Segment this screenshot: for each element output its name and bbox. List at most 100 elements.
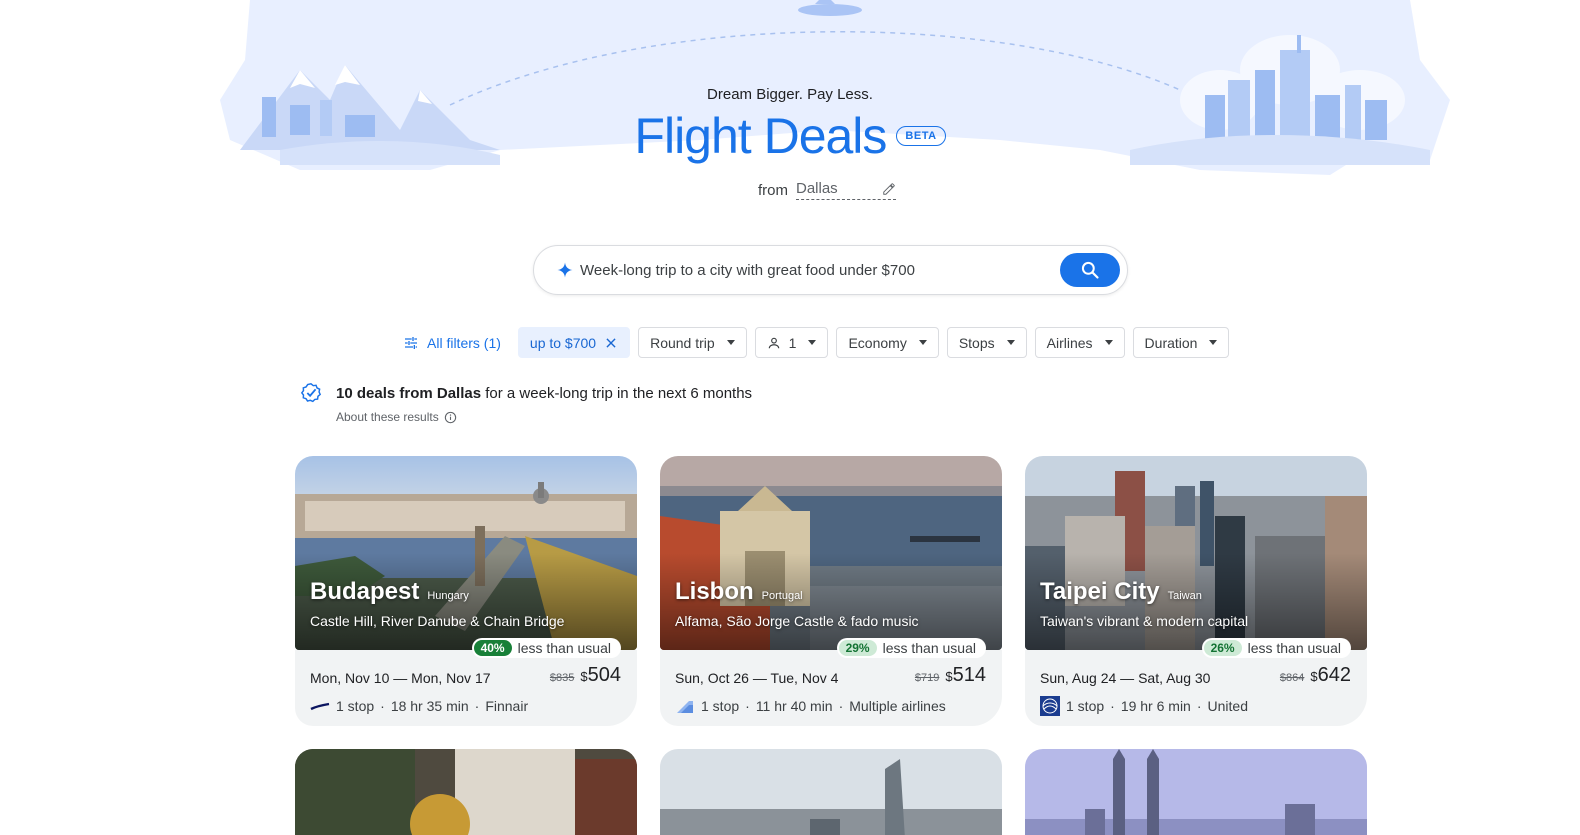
separator: · — [474, 698, 480, 714]
discount-percent: 29% — [838, 640, 877, 656]
travel-dates: Mon, Nov 10 — Mon, Nov 17 — [310, 670, 491, 686]
origin-city-value: Dallas — [796, 180, 838, 197]
chevron-down-icon — [726, 340, 735, 345]
all-filters-label: All filters (1) — [427, 334, 501, 351]
flight-info: 1 stop · 19 hr 6 min · United — [1040, 696, 1248, 716]
info-icon — [444, 411, 456, 423]
deal-price: $642 — [1310, 664, 1351, 687]
city-name: Budapest — [310, 578, 420, 605]
close-icon[interactable] — [604, 336, 618, 350]
duration-dropdown[interactable]: Duration — [1132, 327, 1230, 358]
price-filter-chip[interactable]: up to $700 — [517, 327, 631, 358]
travel-dates: Sun, Aug 24 — Sat, Aug 30 — [1040, 670, 1211, 686]
deal-price-value: 504 — [587, 664, 621, 686]
deal-price-value: 642 — [1317, 664, 1351, 686]
duration-label: Duration — [1144, 334, 1198, 351]
currency-symbol: $ — [1310, 669, 1318, 684]
price-filter-label: up to $700 — [529, 334, 597, 351]
deal-card[interactable] — [660, 749, 1002, 835]
deal-card[interactable] — [1025, 749, 1367, 835]
tune-icon — [405, 336, 417, 349]
travel-dates: Sun, Oct 26 — Tue, Nov 4 — [675, 670, 839, 686]
airlines-label: Airlines — [1046, 334, 1093, 351]
deal-details: 29% less than usual Sun, Oct 26 — Tue, N… — [660, 638, 1002, 726]
airline-name: Finnair — [485, 698, 529, 714]
tagline: Dream Bigger. Pay Less. — [707, 86, 873, 103]
city-name: Taipei City — [1040, 578, 1160, 605]
discount-badge: 40% less than usual — [471, 638, 621, 658]
chevron-down-icon — [1104, 340, 1113, 345]
cabin-class-label: Economy — [848, 334, 907, 351]
airlines-dropdown[interactable]: Airlines — [1034, 327, 1125, 358]
deal-price: $514 — [945, 664, 986, 687]
discount-text: less than usual — [517, 640, 611, 656]
chevron-down-icon — [1209, 340, 1218, 345]
discount-badge: 26% less than usual — [1201, 638, 1351, 658]
trip-type-dropdown[interactable]: Round trip — [638, 327, 747, 358]
country-name: Hungary — [427, 590, 469, 602]
search-button[interactable] — [1060, 253, 1120, 287]
passengers-dropdown[interactable]: 1 — [754, 327, 829, 358]
results-summary-text: 10 deals from Dallas for a week-long tri… — [336, 385, 752, 402]
separator: · — [1196, 698, 1202, 714]
deal-price-value: 514 — [952, 664, 986, 686]
search-icon — [1081, 261, 1099, 279]
deal-details: 26% less than usual Sun, Aug 24 — Sat, A… — [1025, 638, 1367, 726]
results-summary-rest: for a week-long trip in the next 6 month… — [485, 384, 753, 402]
passengers-count: 1 — [788, 334, 797, 351]
flight-duration: 11 hr 40 min — [755, 698, 833, 714]
all-filters-button[interactable]: All filters (1) — [394, 327, 510, 358]
discount-text: less than usual — [882, 640, 976, 656]
chevron-down-icon — [918, 340, 927, 345]
origin-selector[interactable]: from Dallas — [758, 180, 896, 200]
results-summary: 10 deals from Dallas for a week-long tri… — [300, 382, 752, 424]
destination-description: Alfama, São Jorge Castle & fado music — [675, 613, 919, 629]
flight-info: 1 stop · 18 hr 35 min · Finnair — [310, 696, 528, 716]
price: $719 $514 — [915, 664, 986, 687]
separator: · — [745, 698, 750, 714]
about-results-label: About these results — [336, 410, 439, 424]
country-name: Taiwan — [1167, 590, 1202, 602]
beta-badge: BETA — [896, 126, 946, 146]
filter-bar: All filters (1) up to $700 Round trip 1 … — [394, 327, 1230, 358]
price: $835 $504 — [550, 664, 621, 687]
united-logo-icon — [1040, 696, 1060, 716]
origin-city-field[interactable]: Dallas — [796, 180, 896, 200]
stops-count: 1 stop — [1066, 698, 1105, 714]
flight-info: 1 stop · 11 hr 40 min · Multiple airline… — [675, 696, 946, 716]
flight-duration: 18 hr 35 min — [390, 698, 469, 714]
currency-symbol: $ — [945, 669, 953, 684]
destination-title: Budapest Hungary — [310, 578, 469, 606]
stops-label: Stops — [958, 334, 995, 351]
destination-description: Taiwan's vibrant & modern capital — [1040, 613, 1249, 629]
deal-card[interactable] — [295, 749, 637, 835]
deal-card[interactable]: Lisbon Portugal Alfama, São Jorge Castle… — [660, 456, 1002, 726]
discount-percent: 26% — [1203, 640, 1242, 656]
deal-card[interactable]: Budapest Hungary Castle Hill, River Danu… — [295, 456, 637, 726]
ai-sparkle-icon — [557, 262, 573, 278]
cabin-class-dropdown[interactable]: Economy — [836, 327, 939, 358]
flight-duration: 19 hr 6 min — [1120, 698, 1191, 714]
search-input[interactable]: Week-long trip to a city with great food… — [580, 262, 1060, 279]
airline-name: Multiple airlines — [849, 698, 946, 714]
from-label: from — [758, 181, 788, 199]
about-results-link[interactable]: About these results — [336, 410, 752, 424]
stops-dropdown[interactable]: Stops — [946, 327, 1027, 358]
destination-description: Castle Hill, River Danube & Chain Bridge — [310, 613, 565, 629]
edit-pencil-icon[interactable] — [882, 182, 896, 196]
destination-photo — [660, 749, 1002, 835]
destination-title: Lisbon Portugal — [675, 578, 803, 606]
deal-card[interactable]: Taipei City Taiwan Taiwan's vibrant & mo… — [1025, 456, 1367, 726]
deal-count: 10 deals from Dallas — [336, 384, 482, 402]
destination-photo — [1025, 749, 1367, 835]
discount-badge: 29% less than usual — [836, 638, 986, 658]
stops-count: 1 stop — [336, 698, 375, 714]
chevron-down-icon — [808, 340, 817, 345]
search-bar[interactable]: Week-long trip to a city with great food… — [533, 245, 1128, 295]
chevron-down-icon — [1006, 340, 1015, 345]
finnair-logo-icon — [310, 702, 330, 711]
results-summary-line: 10 deals from Dallas for a week-long tri… — [300, 382, 752, 404]
discount-text: less than usual — [1247, 640, 1341, 656]
usual-price: $835 — [549, 672, 575, 684]
usual-price: $864 — [1279, 672, 1305, 684]
